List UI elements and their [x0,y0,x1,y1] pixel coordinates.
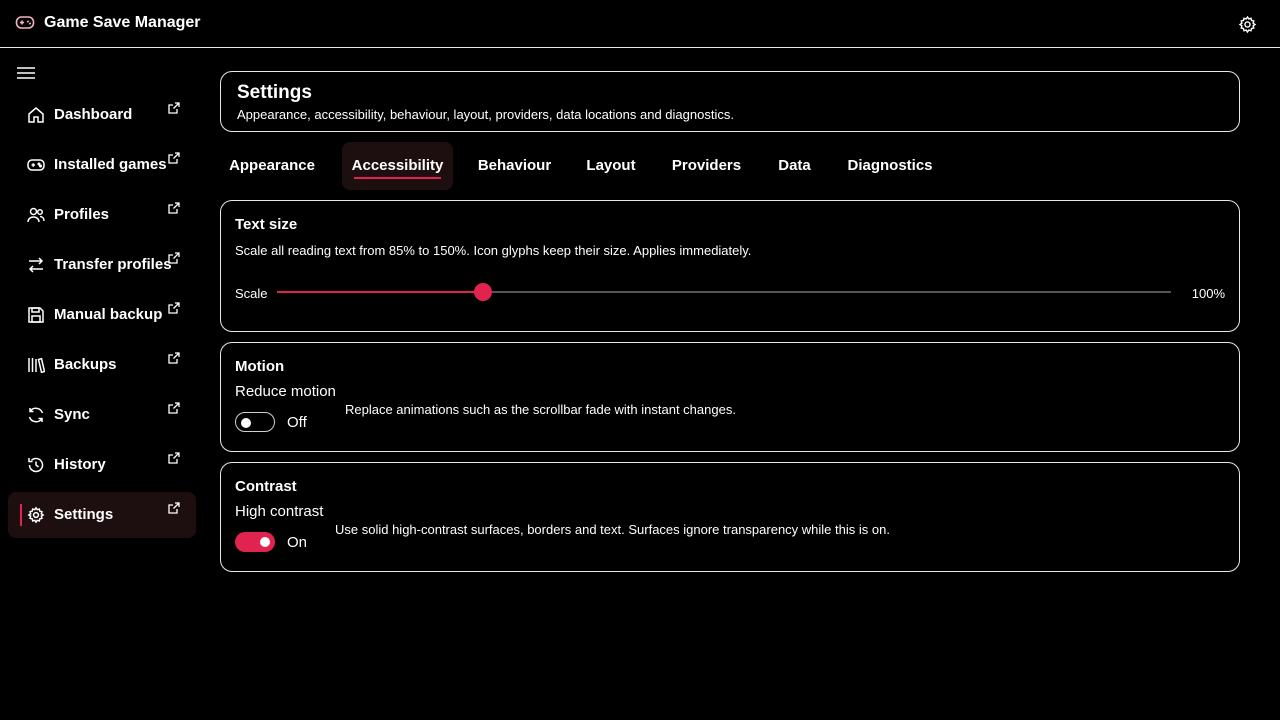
text-scale-slider[interactable] [277,291,1171,293]
title-bar: Game Save Manager [0,0,1280,48]
history-icon [28,457,44,473]
transfer-icon [28,257,44,273]
scale-value: 100% [1191,286,1225,301]
sync-icon [28,407,44,423]
sidebar-item-label: History [54,456,106,473]
card-title: Motion [235,358,285,375]
external-link-icon [168,152,180,164]
sidebar-item-label: Backups [54,356,117,373]
toggle-state: On [287,534,308,551]
card-title: Text size [235,216,298,233]
card-title: Contrast [235,478,297,495]
sidebar-item-label: Profiles [54,206,110,223]
page-header: Settings Appearance, accessibility, beha… [220,71,1240,132]
sidebar-item-label: Sync [54,406,90,423]
external-link-icon [168,252,180,264]
gamepad-icon [27,159,45,171]
card-description: Scale all reading text from 85% to 150%.… [235,243,752,258]
sidebar-item-backups[interactable]: Backups [8,342,196,388]
gear-icon [27,506,45,524]
sidebar-item-manual-backup[interactable]: Manual backup [8,292,196,338]
home-icon [28,107,44,123]
text-size-card: Text size Scale all reading text from 85… [220,200,1240,332]
page-title: Settings [237,82,312,103]
external-link-icon [168,352,180,364]
slider-fill [277,291,483,293]
tab-behaviour[interactable]: Behaviour [471,142,558,190]
sidebar-item-sync[interactable]: Sync [8,392,196,438]
sidebar-item-label: Settings [54,506,114,523]
slider-thumb[interactable] [474,283,492,301]
gear-icon[interactable] [1238,15,1257,34]
sidebar-item-settings[interactable]: Settings [8,492,196,538]
sidebar-item-transfer-profiles[interactable]: Transfer profiles [8,242,196,288]
page-subtitle: Appearance, accessibility, behaviour, la… [237,107,734,122]
sidebar-item-installed-games[interactable]: Installed games [8,142,196,188]
sidebar-item-label: Manual backup [54,306,163,323]
sidebar-item-label: Installed games [54,156,167,173]
tab-label: Accessibility [351,157,444,174]
app-title: Game Save Manager [44,14,201,31]
external-link-icon [168,202,180,214]
toggle-knob [241,418,251,428]
reduce-motion-label: Reduce motion [235,383,336,400]
sidebar-item-profiles[interactable]: Profiles [8,192,196,238]
high-contrast-toggle[interactable] [235,532,275,552]
tab-providers[interactable]: Providers [665,142,748,190]
tab-data[interactable]: Data [769,142,820,190]
sidebar-item-label: Transfer profiles [54,256,172,273]
users-icon [27,207,45,223]
card-description: Replace animations such as the scrollbar… [345,402,736,417]
sidebar-item-label: Dashboard [54,106,133,123]
save-icon [28,307,44,323]
toggle-knob [260,537,270,547]
tab-layout[interactable]: Layout [579,142,643,190]
external-link-icon [168,102,180,114]
library-icon [28,357,45,374]
tab-appearance[interactable]: Appearance [222,142,322,190]
gamepad-icon [15,16,35,29]
sidebar-item-dashboard[interactable]: Dashboard [8,92,196,138]
external-link-icon [168,502,180,514]
toggle-state: Off [287,414,307,431]
tab-diagnostics[interactable]: Diagnostics [841,142,939,190]
sidebar-item-history[interactable]: History [8,442,196,488]
external-link-icon [168,302,180,314]
tab-accessibility[interactable]: Accessibility [342,142,453,190]
reduce-motion-toggle[interactable] [235,412,275,432]
menu-icon[interactable] [17,65,35,81]
high-contrast-label: High contrast [235,503,324,520]
tab-underline [354,177,441,179]
motion-card: Motion Reduce motion Off Replace animati… [220,342,1240,452]
external-link-icon [168,452,180,464]
active-indicator [20,504,22,526]
contrast-card: Contrast High contrast On Use solid high… [220,462,1240,572]
scale-label: Scale [235,286,268,301]
card-description: Use solid high-contrast surfaces, border… [335,522,890,537]
external-link-icon [168,402,180,414]
